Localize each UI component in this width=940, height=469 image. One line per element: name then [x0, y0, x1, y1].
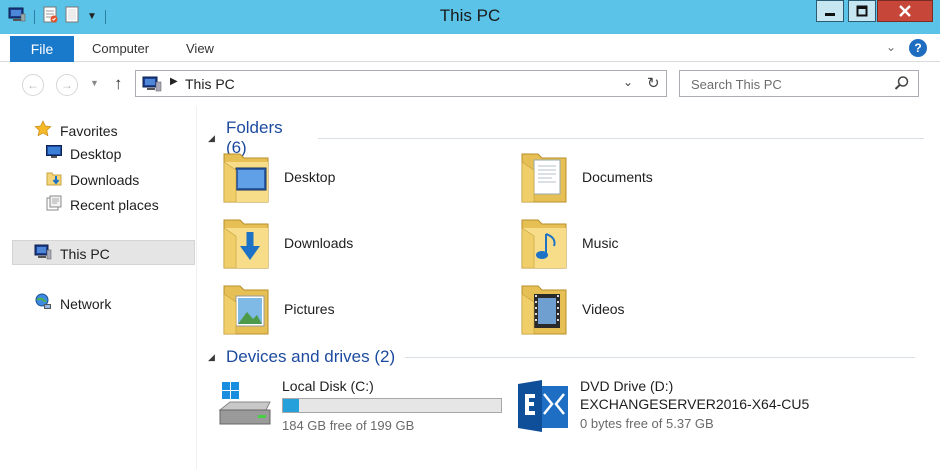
nav-item-label: Recent places — [70, 196, 159, 213]
group-divider — [405, 356, 916, 358]
tab-computer[interactable]: Computer — [92, 41, 149, 56]
drive-name: DVD Drive (D:) — [580, 378, 674, 394]
downloads-folder-icon — [222, 214, 272, 272]
collapse-triangle-icon[interactable]: ◢ — [208, 133, 226, 144]
desktop-icon — [46, 145, 62, 162]
this-pc-icon — [142, 76, 162, 95]
pictures-folder-icon — [222, 280, 272, 338]
help-icon[interactable]: ? — [909, 39, 927, 57]
nav-item-label: Downloads — [70, 171, 140, 188]
nav-item-label: This PC — [60, 245, 110, 262]
tab-file[interactable]: File — [10, 36, 74, 62]
folder-label: Documents — [582, 169, 653, 185]
refresh-icon[interactable]: ↻ — [647, 74, 660, 92]
nav-item-downloads[interactable]: Downloads — [46, 170, 139, 189]
videos-folder-icon — [520, 280, 570, 338]
window-title: This PC — [439, 6, 501, 25]
navigation-pane: Favorites Desktop Downloads Recent place… — [0, 106, 197, 469]
drive-free-space: 184 GB free of 199 GB — [282, 418, 415, 433]
desktop-folder-icon — [222, 148, 272, 206]
up-arrow-icon[interactable]: ↑ — [114, 74, 123, 94]
drive-volume-label: EXCHANGESERVER2016-X64-CU5 — [580, 396, 810, 412]
nav-item-label: Favorites — [60, 122, 118, 139]
group-label: Devices and drives (2) — [226, 347, 396, 366]
drives-group-header[interactable]: ◢ Devices and drives (2) — [208, 347, 924, 367]
music-folder-icon — [520, 214, 570, 272]
folder-tile-music[interactable]: Music — [520, 214, 619, 272]
group-divider — [317, 137, 924, 139]
recent-locations-dropdown-icon[interactable]: ▼ — [90, 78, 99, 88]
breadcrumb-arrow-icon[interactable]: ▶ — [170, 76, 178, 87]
search-icon[interactable] — [894, 75, 910, 94]
breadcrumb[interactable]: This PC — [185, 76, 235, 92]
search-box[interactable]: Search This PC — [679, 70, 919, 97]
nav-item-label: Network — [60, 295, 112, 312]
folder-label: Videos — [582, 301, 625, 317]
drive-tile-local-disk-c[interactable]: Local Disk (C:) 184 GB free of 199 GB — [218, 374, 508, 436]
nav-item-this-pc[interactable]: This PC — [34, 244, 110, 263]
folder-label: Pictures — [284, 301, 335, 317]
collapse-triangle-icon[interactable]: ◢ — [208, 352, 226, 363]
folder-label: Music — [582, 235, 619, 251]
folder-tile-desktop[interactable]: Desktop — [222, 148, 335, 206]
content-pane: ◢ Folders (6) Desktop Documents Download… — [198, 106, 940, 469]
drive-name: Local Disk (C:) — [282, 378, 374, 394]
folder-label: Desktop — [284, 169, 336, 185]
nav-item-recent-places[interactable]: Recent places — [46, 195, 159, 214]
maximize-button[interactable] — [848, 0, 876, 22]
ribbon-tabs: File Computer View ⌄ ? — [0, 34, 940, 62]
title-bar: ▼ This PC — [0, 0, 940, 34]
expand-ribbon-chevron-icon[interactable]: ⌄ — [886, 40, 896, 54]
nav-item-network[interactable]: Network — [34, 293, 111, 314]
folder-tile-videos[interactable]: Videos — [520, 280, 625, 338]
address-bar[interactable]: ▶ This PC ⌄ ↻ — [135, 70, 667, 97]
address-history-chevron-icon[interactable]: ⌄ — [623, 75, 633, 89]
folder-tile-pictures[interactable]: Pictures — [222, 280, 335, 338]
back-button[interactable]: ← — [22, 74, 44, 96]
recent-places-icon — [46, 195, 62, 214]
folder-label: Downloads — [284, 235, 354, 251]
drive-usage-fill — [283, 399, 300, 412]
downloads-folder-icon — [46, 170, 62, 189]
tab-view[interactable]: View — [186, 41, 214, 56]
nav-favorites[interactable]: Favorites — [34, 120, 118, 141]
close-button[interactable] — [877, 0, 933, 22]
drive-tile-dvd-drive-d[interactable]: DVD Drive (D:) EXCHANGESERVER2016-X64-CU… — [516, 374, 916, 438]
forward-button[interactable]: → — [56, 74, 78, 96]
network-icon — [34, 293, 52, 314]
documents-folder-icon — [520, 148, 570, 206]
nav-item-label: Desktop — [70, 145, 122, 162]
this-pc-icon — [34, 244, 52, 263]
search-input[interactable]: Search This PC — [691, 77, 782, 92]
minimize-button[interactable] — [816, 0, 844, 22]
drive-usage-bar — [282, 398, 502, 413]
exchange-server-icon — [516, 378, 572, 437]
folder-tile-documents[interactable]: Documents — [520, 148, 653, 206]
nav-item-desktop[interactable]: Desktop — [46, 145, 121, 162]
hard-drive-icon — [218, 380, 274, 435]
drive-free-space: 0 bytes free of 5.37 GB — [580, 416, 714, 431]
folder-tile-downloads[interactable]: Downloads — [222, 214, 353, 272]
navigation-bar: ← → ▼ ↑ ▶ This PC ⌄ ↻ Search This PC — [0, 62, 940, 106]
star-icon — [34, 120, 52, 141]
